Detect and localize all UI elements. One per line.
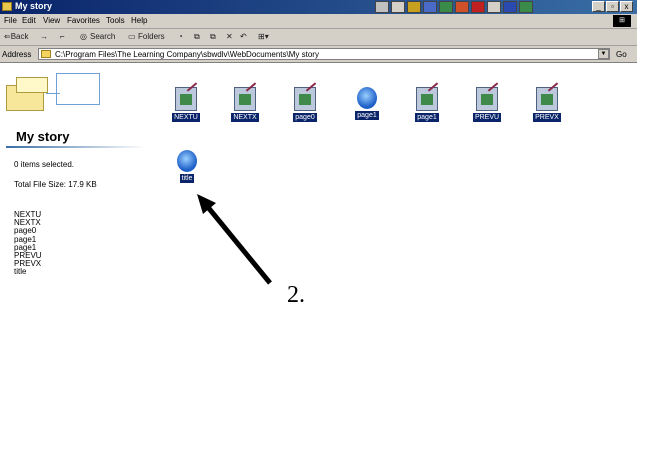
annotation-arrow — [197, 194, 272, 285]
annotation-label: 2. — [287, 282, 305, 308]
window-edge — [637, 0, 645, 457]
